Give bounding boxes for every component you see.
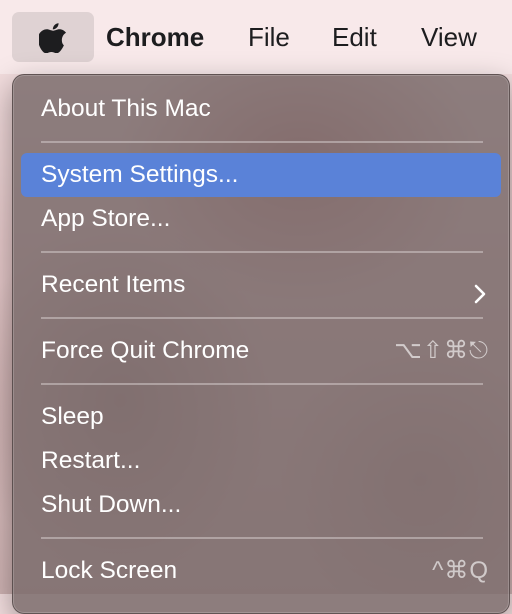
menu-item-force-quit-chrome[interactable]: Force Quit Chrome ⌥⇧⌘⎋ — [21, 329, 501, 373]
menubar-item-chrome[interactable]: Chrome — [106, 0, 204, 74]
menu-item-restart[interactable]: Restart... — [21, 439, 501, 483]
menu-item-label: About This Mac — [41, 95, 211, 122]
menu-separator — [41, 251, 483, 253]
menu-item-label: App Store... — [41, 205, 171, 232]
menu-separator — [41, 537, 483, 539]
menubar-item-edit[interactable]: Edit — [332, 0, 377, 74]
menu-item-system-settings[interactable]: System Settings... — [21, 153, 501, 197]
menu-item-label: Recent Items — [41, 271, 186, 298]
keyboard-shortcut: ^⌘Q — [432, 557, 489, 584]
menu-item-app-store[interactable]: App Store... — [21, 197, 501, 241]
menu-separator — [41, 383, 483, 385]
menu-item-label: Sleep — [41, 403, 104, 430]
menu-item-label: Shut Down... — [41, 491, 182, 518]
menu-item-label: System Settings... — [41, 161, 239, 188]
menubar-item-file[interactable]: File — [248, 0, 290, 74]
menubar-item-view[interactable]: View — [421, 0, 477, 74]
menu-item-about-this-mac[interactable]: About This Mac — [21, 87, 501, 131]
apple-menu-button[interactable] — [12, 12, 94, 62]
menu-item-lock-screen[interactable]: Lock Screen ^⌘Q — [21, 549, 501, 593]
menu-bar: Chrome File Edit View — [0, 0, 512, 74]
chevron-right-icon — [473, 275, 487, 304]
menu-item-label: Restart... — [41, 447, 141, 474]
menu-item-label: Lock Screen — [41, 557, 178, 584]
menu-item-shut-down[interactable]: Shut Down... — [21, 483, 501, 527]
menu-item-sleep[interactable]: Sleep — [21, 395, 501, 439]
menu-separator — [41, 141, 483, 143]
apple-logo-icon — [39, 21, 67, 53]
apple-dropdown-menu: About This Mac System Settings... App St… — [12, 74, 510, 614]
menu-item-label: Force Quit Chrome — [41, 337, 250, 364]
menu-separator — [41, 317, 483, 319]
keyboard-shortcut: ⌥⇧⌘⎋ — [394, 337, 489, 364]
menu-item-recent-items[interactable]: Recent Items — [21, 263, 501, 307]
